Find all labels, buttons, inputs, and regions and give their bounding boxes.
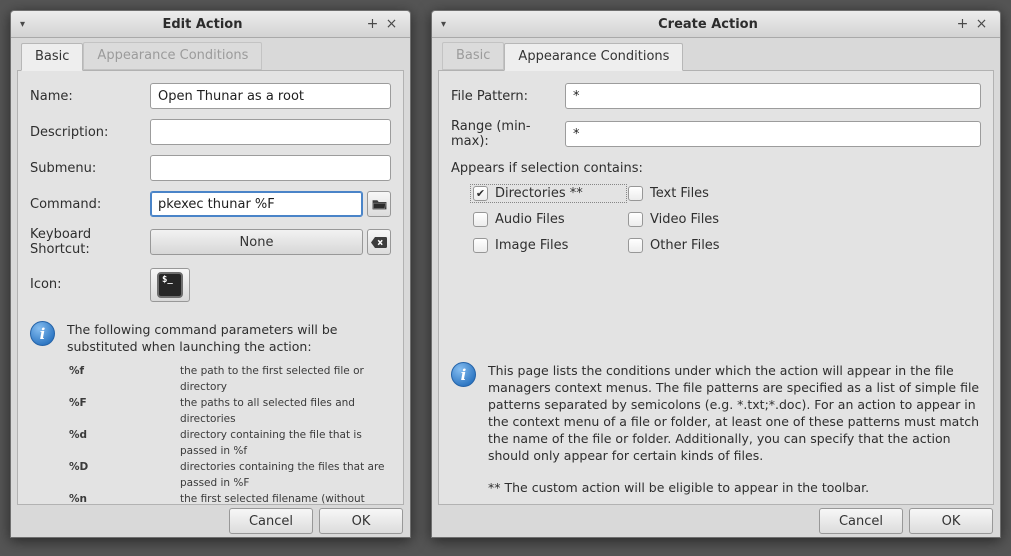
checkbox-box: ✔ [473, 186, 488, 201]
checkbox-label: Directories ** [495, 186, 583, 201]
icon-label: Icon: [30, 277, 150, 292]
checkbox-label: Image Files [495, 238, 568, 253]
tab-basic[interactable]: Basic [21, 43, 83, 71]
checkbox-label: Video Files [650, 212, 719, 227]
shortcut-label: Keyboard Shortcut: [30, 227, 150, 257]
checkbox-box [628, 238, 643, 253]
ok-button[interactable]: OK [319, 508, 403, 534]
backspace-icon [371, 233, 387, 252]
clear-shortcut-button[interactable] [367, 229, 391, 255]
param-key: %d [69, 427, 180, 459]
close-button[interactable]: × [382, 17, 401, 31]
window-title: Edit Action [42, 17, 363, 32]
cancel-button[interactable]: Cancel [229, 508, 313, 534]
command-label: Command: [30, 197, 150, 212]
tab-basic[interactable]: Basic [442, 42, 504, 70]
maximize-button[interactable]: + [953, 17, 972, 31]
parameter-row: %f the path to the first selected file o… [69, 363, 391, 395]
checkbox-audio-files[interactable]: Audio Files [471, 211, 626, 228]
info-icon: i [30, 321, 55, 346]
toolbar-footnote: ** The custom action will be eligible to… [488, 480, 981, 495]
param-desc: directories containing the files that ar… [180, 459, 391, 491]
dialog-action-area: Cancel OK [11, 505, 410, 537]
titlebar[interactable]: ▾ Create Action + × [432, 11, 1000, 38]
checkbox-text-files[interactable]: Text Files [626, 185, 724, 202]
window-menu-icon[interactable]: ▾ [20, 19, 42, 30]
param-key: %D [69, 459, 180, 491]
checkbox-label: Text Files [650, 186, 709, 201]
titlebar[interactable]: ▾ Edit Action + × [11, 11, 410, 38]
command-input[interactable] [150, 191, 363, 217]
parameter-row: %d directory containing the file that is… [69, 427, 391, 459]
checkbox-directories[interactable]: ✔ Directories ** [471, 185, 626, 202]
parameter-row: %F the paths to all selected files and d… [69, 395, 391, 427]
browse-command-button[interactable] [367, 191, 391, 217]
maximize-button[interactable]: + [363, 17, 382, 31]
cancel-button[interactable]: Cancel [819, 508, 903, 534]
file-type-checkbox-grid: ✔ Directories ** Text Files Audio Files … [471, 185, 981, 254]
create-action-window: ▾ Create Action + × Basic Appearance Con… [431, 10, 1001, 538]
range-label: Range (min-max): [451, 119, 565, 149]
basic-tab-page: Name: Description: Submenu: Command: [17, 70, 404, 505]
window-title: Create Action [463, 17, 953, 32]
checkbox-other-files[interactable]: Other Files [626, 237, 724, 254]
close-button[interactable]: × [972, 17, 991, 31]
parameter-row: %n the first selected filename (without … [69, 491, 391, 505]
file-pattern-input[interactable] [565, 83, 981, 109]
range-input[interactable] [565, 121, 981, 147]
description-label: Description: [30, 125, 150, 140]
checkbox-image-files[interactable]: Image Files [471, 237, 626, 254]
parameter-row: %D directories containing the files that… [69, 459, 391, 491]
window-menu-icon[interactable]: ▾ [441, 19, 463, 30]
ok-button[interactable]: OK [909, 508, 993, 534]
conditions-info: i This page lists the conditions under w… [451, 362, 981, 464]
param-key: %f [69, 363, 180, 395]
checkbox-label: Other Files [650, 238, 720, 253]
name-label: Name: [30, 89, 150, 104]
checkbox-box [628, 186, 643, 201]
tab-bar: Basic Appearance Conditions [11, 38, 410, 70]
param-desc: the first selected filename (without pat… [180, 491, 391, 505]
info-text: The following command parameters will be… [67, 321, 391, 355]
tab-appearance-conditions[interactable]: Appearance Conditions [504, 43, 683, 71]
description-input[interactable] [150, 119, 391, 145]
name-input[interactable] [150, 83, 391, 109]
edit-action-window: ▾ Edit Action + × Basic Appearance Condi… [10, 10, 411, 538]
icon-picker-button[interactable]: $_ [150, 268, 190, 302]
param-desc: directory containing the file that is pa… [180, 427, 391, 459]
terminal-icon: $_ [157, 272, 183, 298]
param-desc: the path to the first selected file or d… [180, 363, 391, 395]
file-pattern-label: File Pattern: [451, 89, 565, 104]
dialog-action-area: Cancel OK [432, 505, 1000, 537]
checkbox-label: Audio Files [495, 212, 565, 227]
shortcut-button[interactable]: None [150, 229, 363, 255]
checkbox-box [628, 212, 643, 227]
param-desc: the paths to all selected files and dire… [180, 395, 391, 427]
folder-icon [372, 195, 387, 214]
checkbox-box [473, 212, 488, 227]
parameter-list: %f the path to the first selected file o… [69, 363, 391, 505]
submenu-label: Submenu: [30, 161, 150, 176]
submenu-input[interactable] [150, 155, 391, 181]
tab-bar: Basic Appearance Conditions [432, 38, 1000, 70]
param-key: %F [69, 395, 180, 427]
selection-contains-label: Appears if selection contains: [451, 161, 981, 176]
command-parameters-info: i The following command parameters will … [30, 321, 391, 355]
appearance-conditions-tab-page: File Pattern: Range (min-max): Appears i… [438, 70, 994, 505]
checkbox-box [473, 238, 488, 253]
checkbox-video-files[interactable]: Video Files [626, 211, 724, 228]
info-icon: i [451, 362, 476, 387]
info-text: This page lists the conditions under whi… [488, 362, 980, 464]
param-key: %n [69, 491, 180, 505]
tab-appearance-conditions[interactable]: Appearance Conditions [83, 42, 262, 70]
